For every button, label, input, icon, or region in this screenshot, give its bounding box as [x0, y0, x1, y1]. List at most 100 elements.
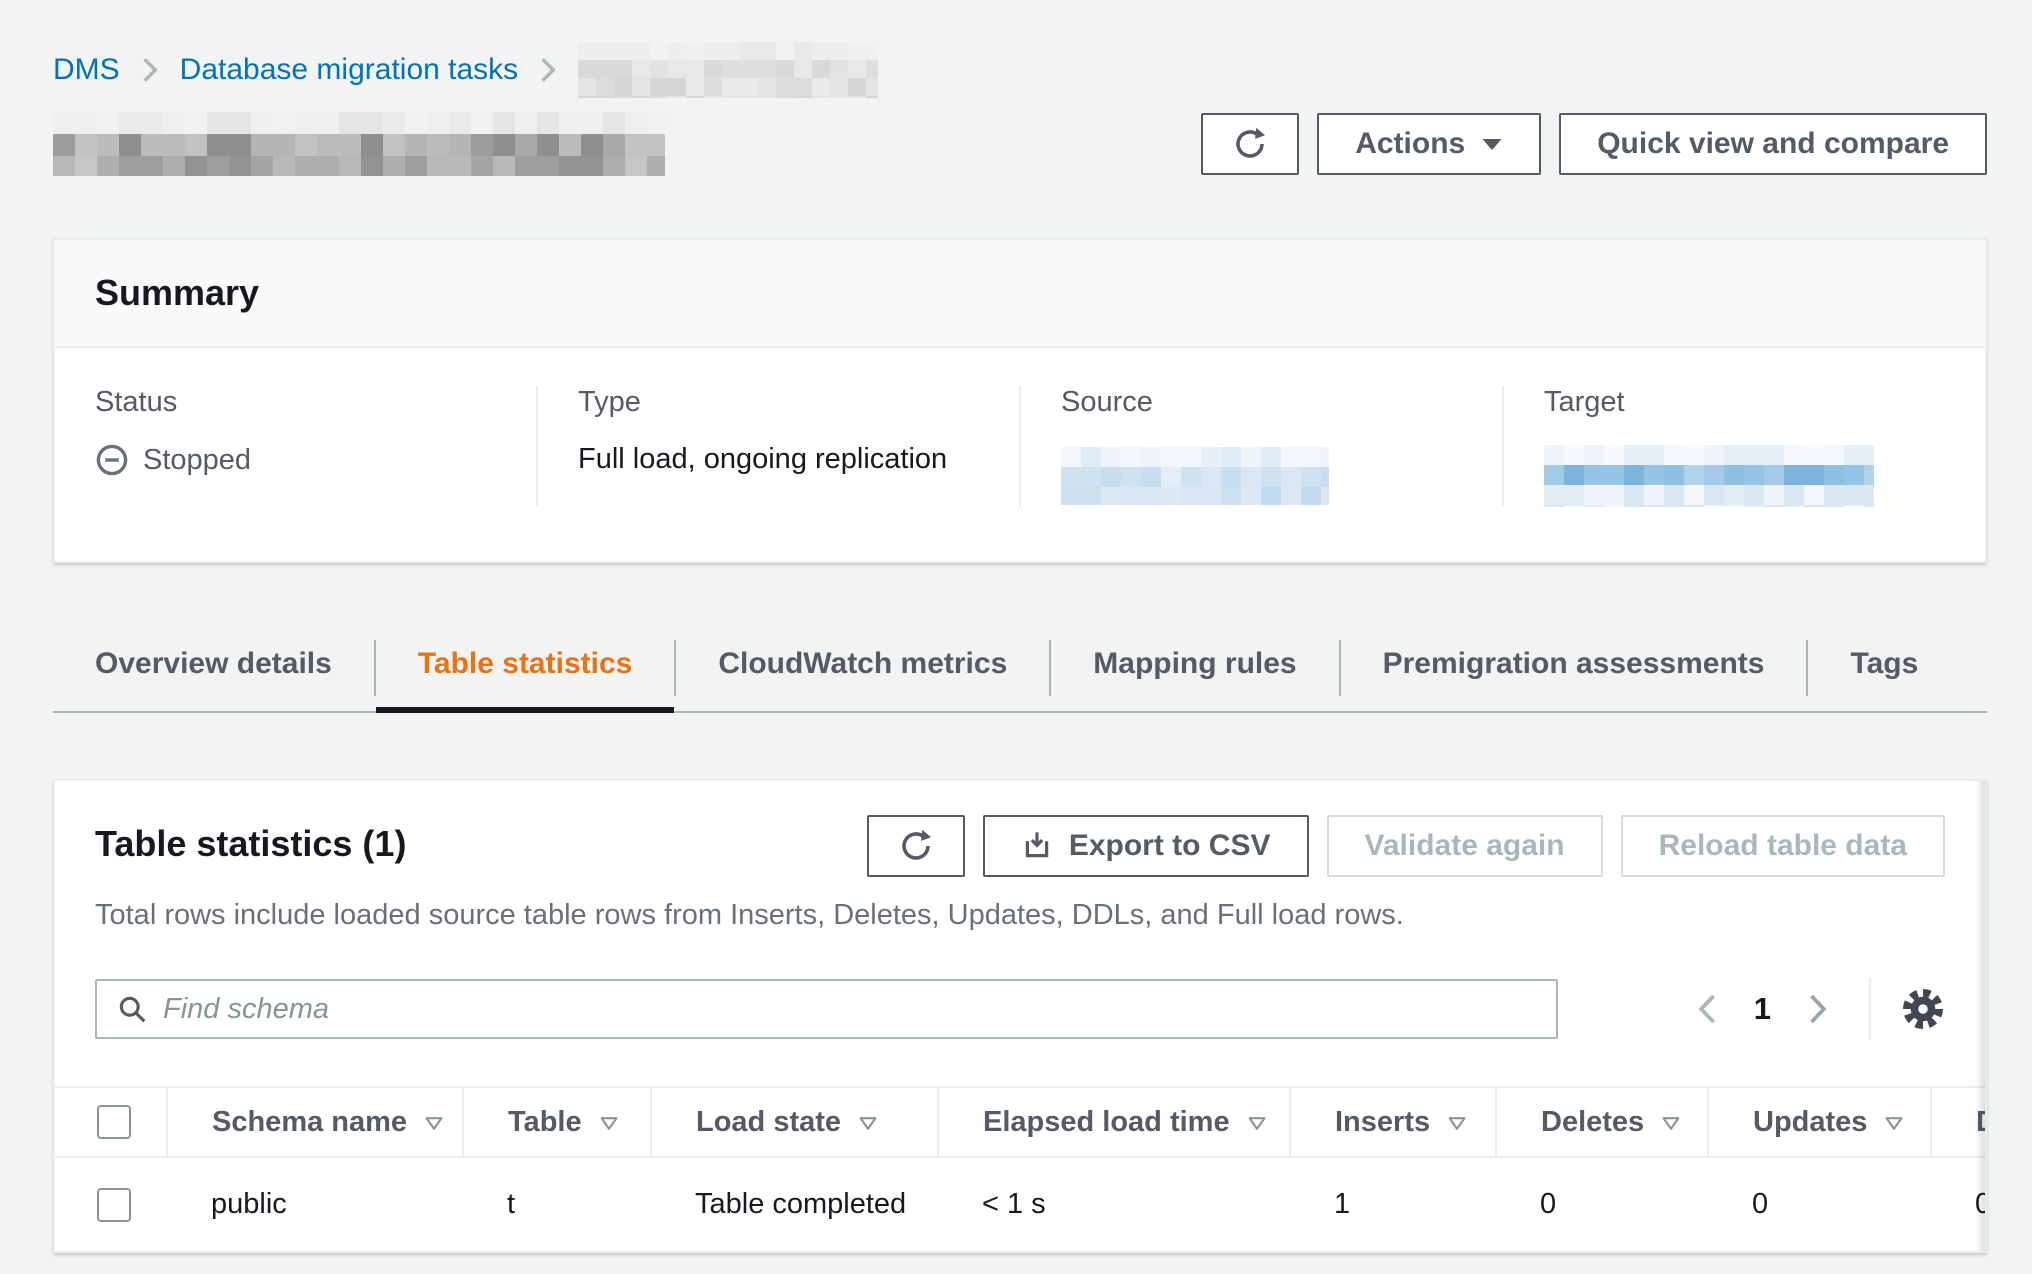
summary-source-redacted-link[interactable] — [1061, 447, 1329, 505]
export-to-csv-button[interactable]: Export to CSV — [983, 815, 1309, 877]
summary-value-status: Stopped — [95, 443, 496, 477]
column-header-table[interactable]: Table — [463, 1087, 651, 1157]
quick-view-button-label: Quick view and compare — [1597, 127, 1949, 161]
stopped-icon — [95, 443, 129, 477]
table-toolbar: 1 — [95, 978, 1945, 1040]
dms-task-page: DMS Database migration tasks Actions Qui… — [0, 0, 2032, 1274]
sort-icon[interactable] — [857, 1114, 879, 1133]
column-header-label: Table — [508, 1106, 582, 1138]
export-button-label: Export to CSV — [1069, 829, 1271, 863]
tab-table-statistics[interactable]: Table statistics — [376, 625, 675, 711]
summary-label-target: Target — [1544, 386, 1945, 419]
column-header-deletes[interactable]: Deletes — [1496, 1087, 1708, 1157]
sort-icon[interactable] — [598, 1114, 620, 1133]
previous-page-button[interactable] — [1690, 987, 1724, 1031]
column-header-label: Schema name — [212, 1106, 407, 1138]
table-statistics-panel: Table statistics (1) Export to CSV Valid… — [53, 779, 1987, 1253]
cell-load-state: Table completed — [651, 1157, 938, 1251]
cell-schema-name: public — [167, 1157, 463, 1251]
cell-elapsed-load-time: < 1 s — [938, 1157, 1290, 1251]
summary-title: Summary — [95, 272, 1945, 314]
table-header-row: Schema name Table Load state Elapsed load t… — [55, 1087, 1987, 1157]
tab-mapping-rules[interactable]: Mapping rules — [1051, 625, 1338, 711]
summary-target-redacted-link[interactable] — [1544, 445, 1874, 507]
summary-field-source: Source — [1019, 386, 1502, 507]
cell-ddls: 0 — [1931, 1157, 1987, 1251]
summary-label-type: Type — [578, 386, 979, 419]
cell-deletes: 0 — [1496, 1157, 1708, 1251]
column-header-label: Elapsed load time — [983, 1106, 1230, 1138]
summary-value-target[interactable] — [1544, 443, 1945, 507]
table-refresh-button[interactable] — [867, 815, 965, 877]
column-header-load-state[interactable]: Load state — [651, 1087, 938, 1157]
column-header-inserts[interactable]: Inserts — [1290, 1087, 1496, 1157]
refresh-icon — [1232, 126, 1268, 162]
schema-search — [95, 979, 1558, 1039]
tab-cloudwatch-metrics[interactable]: CloudWatch metrics — [676, 625, 1049, 711]
summary-value-type: Full load, ongoing replication — [578, 443, 979, 476]
summary-grid: Status Stopped Type Full load, ongoing repl… — [55, 348, 1985, 561]
actions-button[interactable]: Actions — [1317, 113, 1541, 175]
breadcrumb-dms[interactable]: DMS — [53, 53, 120, 87]
sort-icon[interactable] — [1446, 1114, 1468, 1133]
table-settings-button[interactable] — [1901, 987, 1945, 1031]
summary-value-text: Full load, ongoing replication — [578, 443, 947, 476]
column-header-schema-name[interactable]: Schema name — [167, 1087, 463, 1157]
column-header-label: Load state — [696, 1106, 841, 1138]
summary-value-source[interactable] — [1061, 443, 1462, 505]
chevron-right-icon — [142, 56, 158, 84]
sort-icon[interactable] — [1883, 1114, 1905, 1133]
row-checkbox[interactable] — [97, 1188, 131, 1222]
sort-icon[interactable] — [423, 1114, 445, 1133]
select-all-checkbox[interactable] — [97, 1105, 131, 1139]
summary-panel: Summary Status Stopped Type Full load, ongo… — [53, 238, 1987, 563]
summary-label-status: Status — [95, 386, 496, 419]
gear-icon — [1901, 987, 1945, 1031]
chevron-right-icon — [1807, 993, 1829, 1025]
find-schema-input[interactable] — [95, 979, 1558, 1039]
table-statistics-header: Table statistics (1) Export to CSV Valid… — [55, 781, 1985, 932]
refresh-icon — [898, 828, 934, 864]
row-select-cell — [55, 1157, 167, 1251]
reload-button-label: Reload table data — [1659, 829, 1907, 863]
refresh-button[interactable] — [1201, 113, 1299, 175]
sort-icon[interactable] — [1246, 1114, 1268, 1133]
breadcrumb-database-migration-tasks[interactable]: Database migration tasks — [180, 53, 519, 87]
summary-field-status: Status Stopped — [55, 386, 536, 507]
next-page-button[interactable] — [1801, 987, 1835, 1031]
summary-value-text: Stopped — [143, 444, 251, 477]
quick-view-and-compare-button[interactable]: Quick view and compare — [1559, 113, 1987, 175]
page-header-actions: Actions Quick view and compare — [1201, 113, 1987, 175]
reload-table-data-button[interactable]: Reload table data — [1621, 815, 1945, 877]
chevron-right-icon — [540, 56, 556, 84]
chevron-left-icon — [1696, 993, 1718, 1025]
tab-bar: Overview detailsTable statisticsCloudWat… — [53, 625, 1987, 713]
column-header-elapsed-load-time[interactable]: Elapsed load time — [938, 1087, 1290, 1157]
sort-icon[interactable] — [1660, 1114, 1682, 1133]
cell-table: t — [463, 1157, 651, 1251]
download-icon — [1021, 830, 1053, 862]
pagination: 1 — [1690, 978, 1945, 1040]
table-row: publictTable completed< 1 s1000 — [55, 1157, 1987, 1251]
tab-premigration-assessments[interactable]: Premigration assessments — [1341, 625, 1807, 711]
table-statistics-title: Table statistics (1) — [95, 815, 406, 865]
actions-button-label: Actions — [1355, 127, 1465, 161]
table-body: publictTable completed< 1 s1000 — [55, 1157, 1987, 1251]
pagination-divider — [1869, 978, 1871, 1040]
current-page-number: 1 — [1754, 991, 1771, 1027]
column-header-ddls[interactable]: DDLs — [1931, 1087, 1987, 1157]
validate-button-label: Validate again — [1365, 829, 1565, 863]
cell-inserts: 1 — [1290, 1157, 1496, 1251]
page-header: Actions Quick view and compare — [53, 112, 1987, 176]
summary-panel-header: Summary — [55, 240, 1985, 348]
validate-again-button[interactable]: Validate again — [1327, 815, 1603, 877]
table-statistics-table: Schema name Table Load state Elapsed load t… — [55, 1086, 1987, 1251]
summary-label-source: Source — [1061, 386, 1462, 419]
caret-down-icon — [1481, 137, 1503, 152]
breadcrumb-task-name-redacted — [578, 42, 878, 98]
column-header-updates[interactable]: Updates — [1708, 1087, 1931, 1157]
tab-overview-details[interactable]: Overview details — [53, 625, 374, 711]
select-all-header-cell — [55, 1087, 167, 1157]
breadcrumb: DMS Database migration tasks — [53, 42, 1987, 98]
tab-tags[interactable]: Tags — [1808, 625, 1960, 711]
